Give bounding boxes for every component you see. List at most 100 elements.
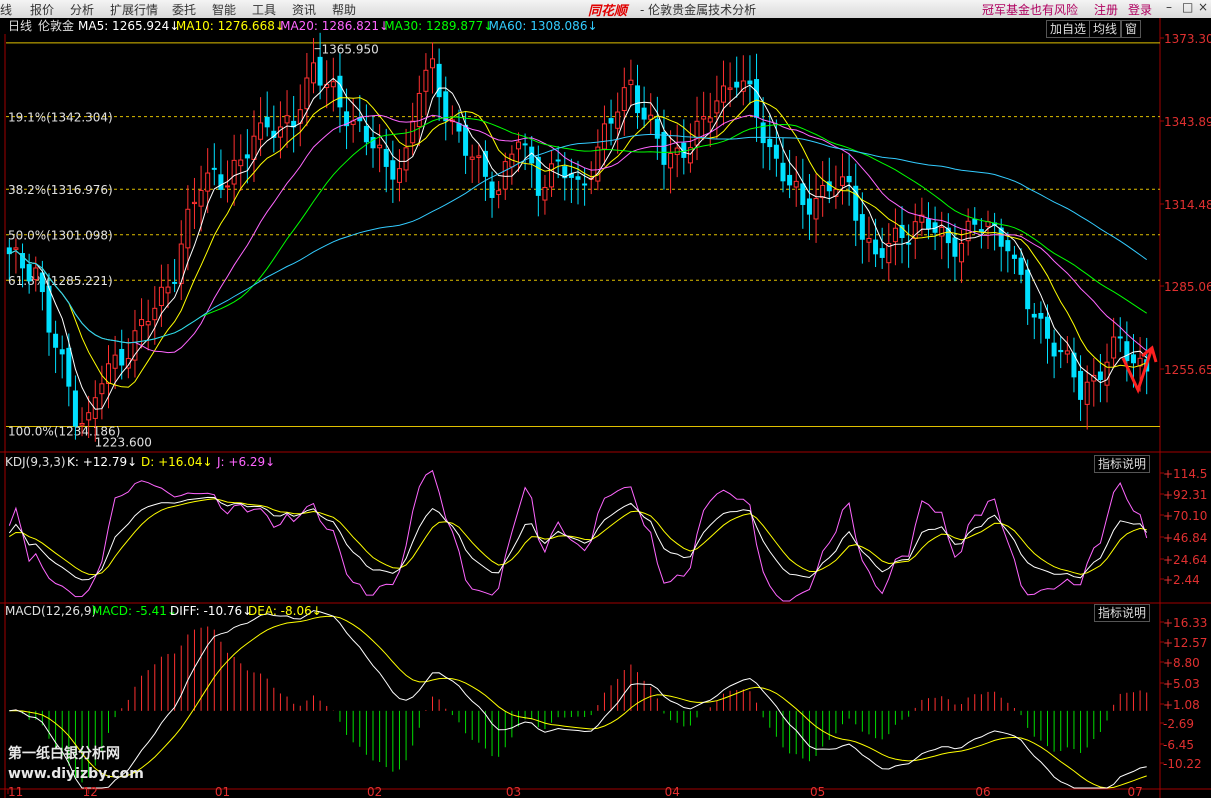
menu-item-smart[interactable]: 智能: [212, 1, 236, 18]
time-axis-label: 06: [975, 785, 990, 798]
candle-body: [79, 422, 85, 426]
macd-axis-label: -2.69: [1163, 717, 1194, 731]
kdj-axis-label: +114.5: [1163, 467, 1207, 481]
candle-body: [337, 75, 343, 108]
candle-body: [46, 285, 52, 333]
candle-body: [251, 135, 257, 160]
candle-body: [191, 201, 197, 205]
add-watchlist-button[interactable]: 加自选: [1046, 20, 1091, 38]
candle-body: [1097, 371, 1103, 380]
time-axis-label: 04: [665, 785, 680, 798]
minimize-icon[interactable]: –: [1166, 0, 1172, 14]
candle-body: [86, 412, 92, 421]
watermark-url: www.diyizby.com: [8, 766, 144, 782]
time-axis-label: 11: [8, 785, 23, 798]
candle-body: [172, 281, 178, 284]
menu-item-tools[interactable]: 工具: [252, 1, 276, 18]
menu-item-extended-quotes[interactable]: 扩展行情: [110, 1, 158, 18]
macd-axis-label: +12.57: [1163, 636, 1207, 650]
candle-body: [1117, 336, 1123, 339]
candle-body: [185, 208, 191, 249]
candle-body: [668, 153, 674, 169]
candle-body: [793, 180, 799, 188]
login-link[interactable]: 登录: [1128, 1, 1152, 18]
fib-label: 19.1%(1342.304): [8, 111, 113, 125]
candle-body: [654, 118, 660, 139]
candle-body: [840, 176, 846, 186]
menu-item-line[interactable]: 线: [0, 1, 12, 18]
candle-body: [423, 69, 429, 92]
macd-help-button[interactable]: 指标说明: [1094, 604, 1151, 622]
kdj-axis-label: +46.84: [1163, 531, 1207, 545]
macd-axis-label: -6.45: [1163, 738, 1194, 752]
menu-item-help[interactable]: 帮助: [332, 1, 356, 18]
candle-body: [502, 161, 508, 190]
candle-body: [879, 248, 885, 258]
candle-body: [1130, 354, 1136, 364]
price-axis-label: 1343.892: [1164, 115, 1211, 129]
menu-item-analysis[interactable]: 分析: [70, 1, 94, 18]
candle-body: [972, 218, 978, 225]
watermark: 第一纸白银分析网 www.diyizby.com: [8, 744, 144, 784]
candle-body: [13, 247, 19, 250]
candle-body: [859, 214, 865, 240]
candle-body: [555, 159, 561, 162]
candle-body: [377, 144, 383, 149]
candle-body: [674, 147, 680, 156]
candle-body: [1011, 254, 1017, 259]
candle-body: [244, 154, 250, 159]
menu-bar: 线 报价 分析 扩展行情 委托 智能 工具 资讯 帮助 同花顺 - 伦敦贵金属技…: [0, 0, 1211, 19]
macd-axis-label: +1.08: [1163, 698, 1200, 712]
candle-body: [456, 123, 462, 132]
candle-body: [628, 79, 634, 86]
candle-body: [264, 116, 270, 128]
candle-body: [747, 80, 753, 85]
candle-body: [549, 163, 555, 188]
close-icon[interactable]: ×: [1198, 0, 1208, 14]
candle-body: [66, 347, 72, 387]
chart-area[interactable]: 19.1%(1342.304) 38.2%(1316.976) 50.0%(1301…: [0, 18, 1211, 798]
menu-item-quote[interactable]: 报价: [30, 1, 54, 18]
candle-body: [33, 267, 39, 281]
kdj-help-button[interactable]: 指标说明: [1094, 455, 1151, 473]
kdj-axis-label: +2.44: [1163, 573, 1200, 587]
kdj-k-legend: K: +12.79↓: [67, 455, 137, 469]
macd-axis-label: +5.03: [1163, 677, 1200, 691]
candle-body: [258, 122, 264, 140]
time-axis-label: 12: [83, 785, 98, 798]
candle-body: [383, 148, 389, 167]
menu-item-order[interactable]: 委托: [172, 1, 196, 18]
candle-body: [53, 333, 59, 348]
candle-body: [1031, 313, 1037, 318]
fund-risk-link[interactable]: 冠军基金也有风险: [982, 1, 1078, 18]
candle-body: [145, 321, 151, 326]
fib-label: 38.2%(1316.976): [8, 183, 113, 197]
register-link[interactable]: 注册: [1094, 1, 1118, 18]
candle-body: [978, 229, 984, 233]
candle-body: [813, 198, 819, 220]
ma-legend-10: MA10: 1276.668↓: [176, 19, 285, 33]
kdj-title: KDJ(9,3,3): [5, 455, 66, 469]
candle-body: [310, 62, 316, 84]
candle-body: [158, 286, 164, 307]
candle-body: [1104, 361, 1110, 386]
candle-body: [820, 184, 826, 199]
price-axis-label: 1314.481: [1164, 198, 1211, 212]
candle-body: [443, 91, 449, 122]
menu-item-news[interactable]: 资讯: [292, 1, 316, 18]
macd-title: MACD(12,26,9): [5, 604, 96, 618]
window-button[interactable]: 窗: [1121, 20, 1142, 38]
candle-body: [635, 85, 641, 114]
candle-body: [317, 56, 323, 86]
macd-legend: MACD: -5.41↓: [92, 604, 177, 618]
candle-body: [542, 187, 548, 201]
candle-body: [1058, 349, 1064, 353]
kdj-axis-label: +92.31: [1163, 488, 1207, 502]
time-axis-label: 02: [367, 785, 382, 798]
maximize-icon[interactable]: □: [1182, 0, 1193, 14]
low-price-label: 1223.600: [95, 436, 152, 450]
ma-settings-button[interactable]: 均线: [1089, 20, 1122, 38]
candle-body: [390, 160, 396, 180]
candle-body: [787, 174, 793, 186]
candle-body: [59, 349, 65, 355]
